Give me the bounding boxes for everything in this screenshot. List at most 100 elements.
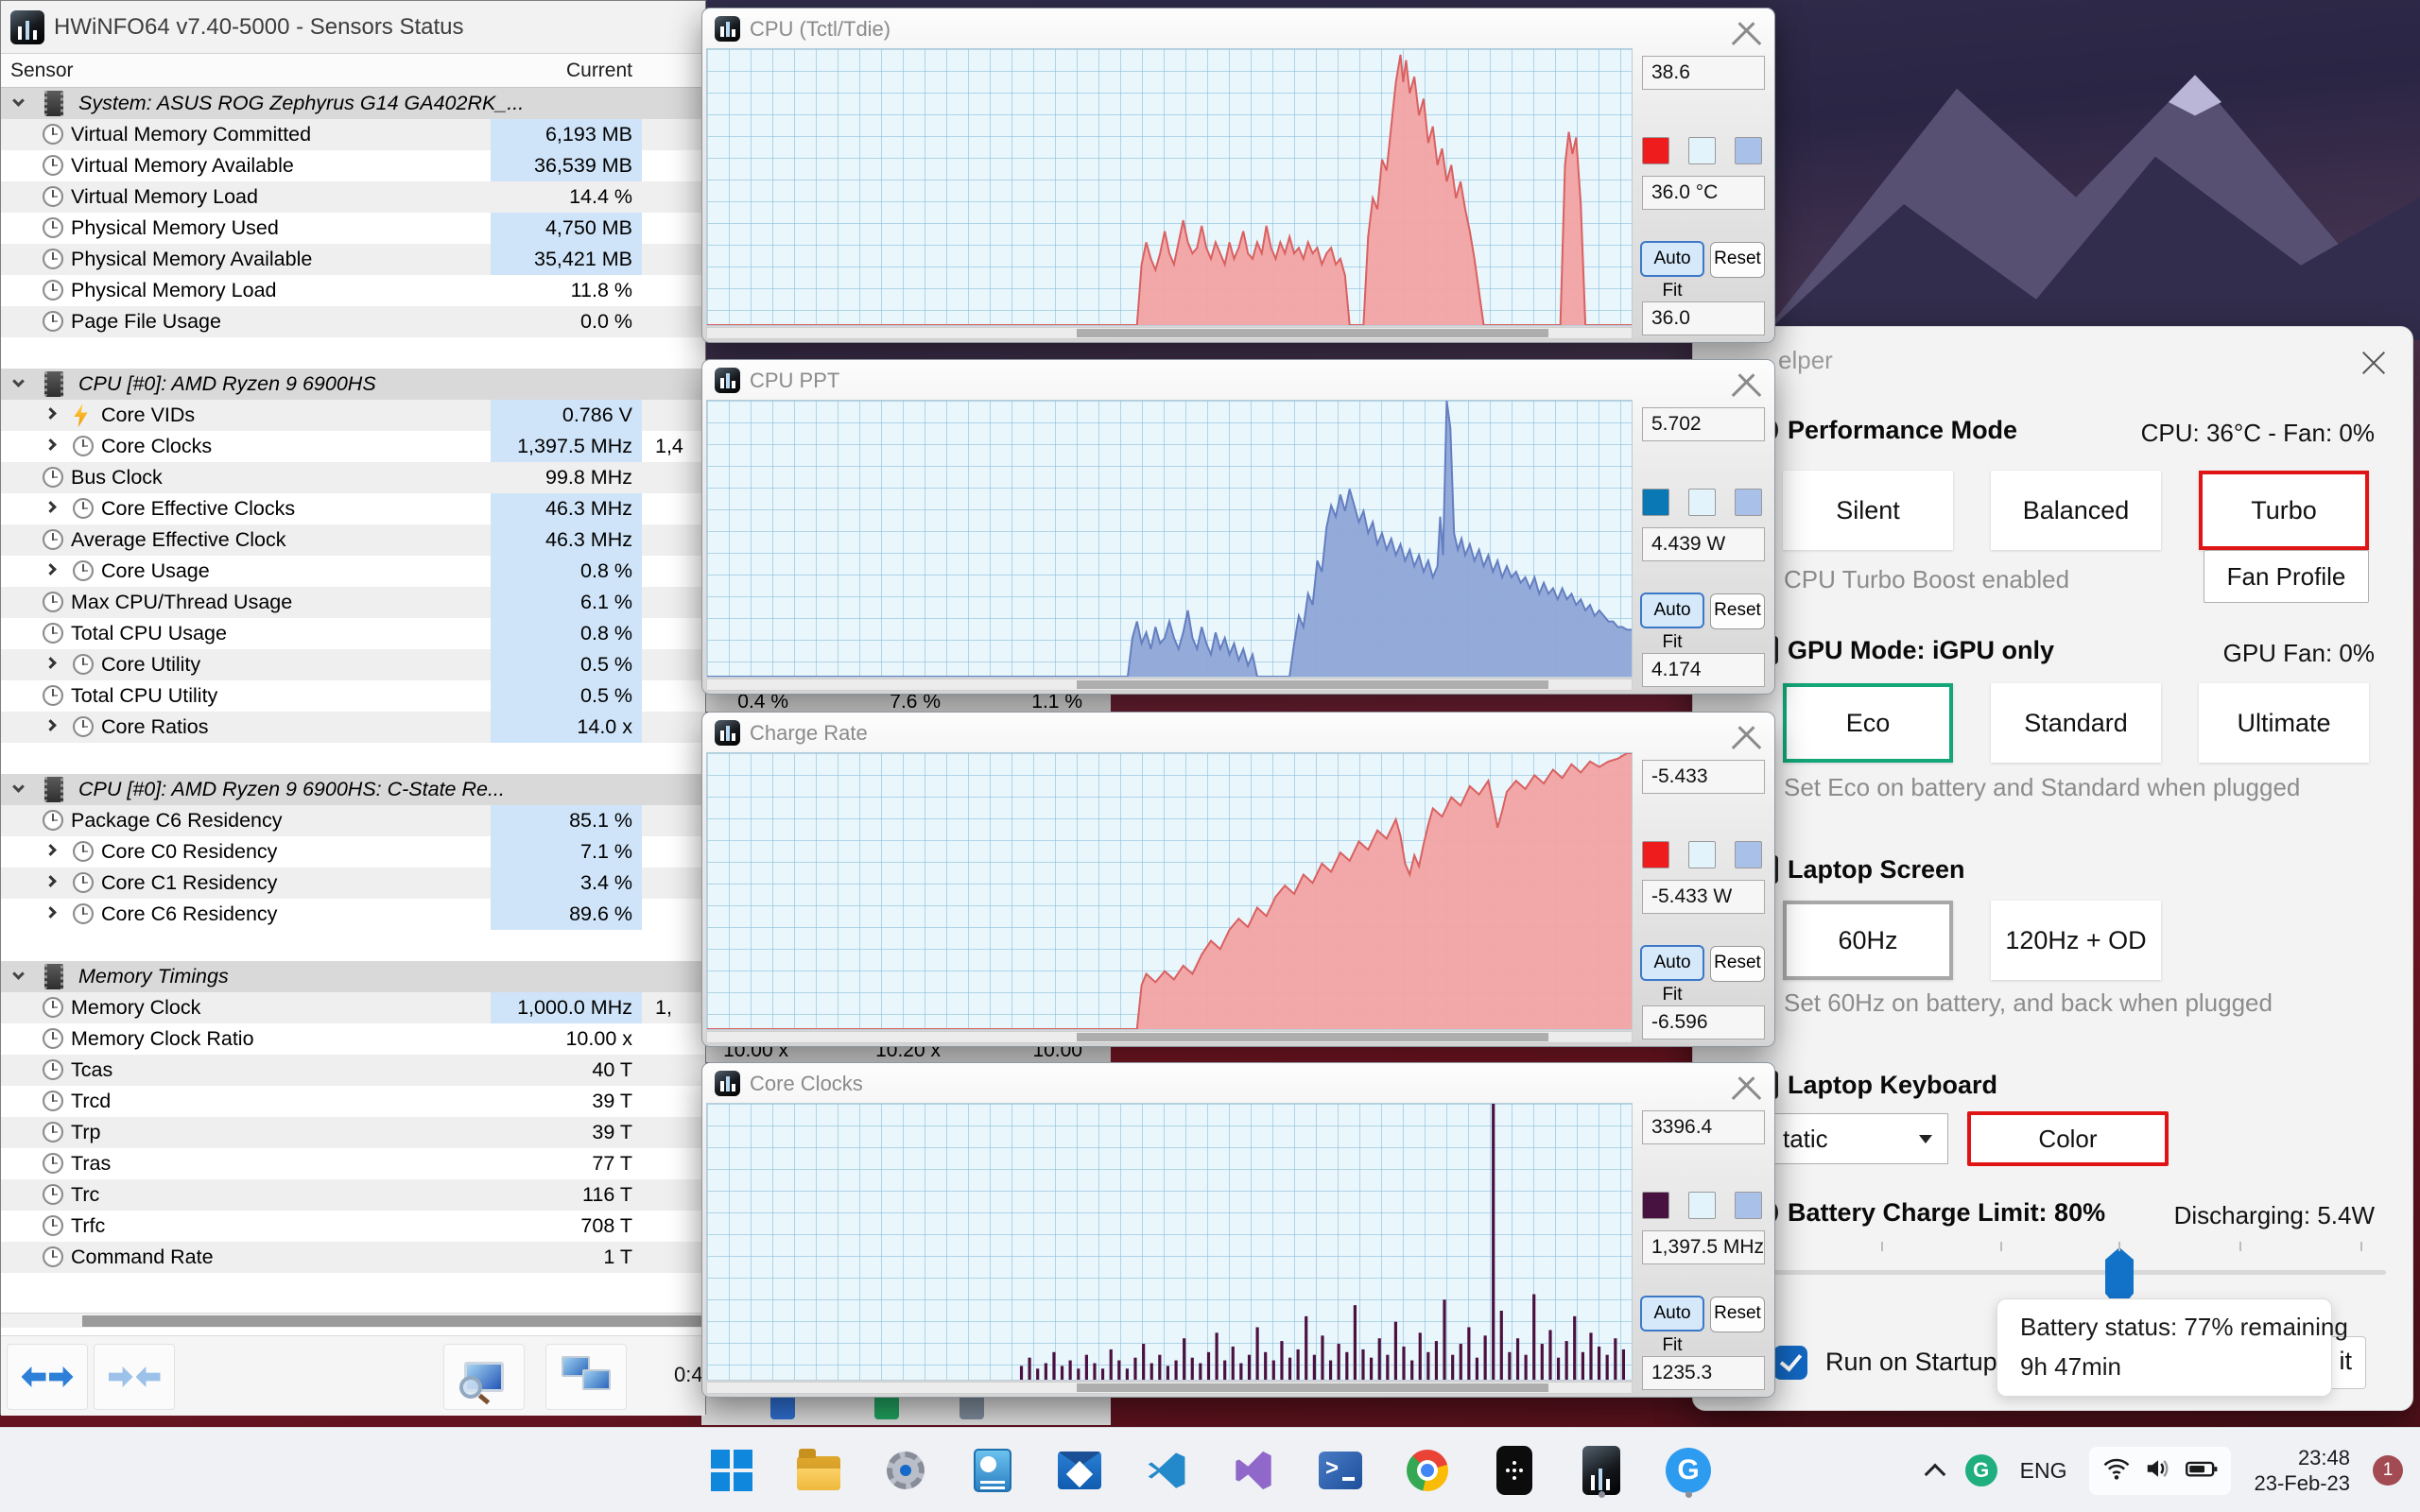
sensor-row[interactable]: Bus Clock 99.8 MHz	[1, 462, 705, 493]
taskbar-icon-chrome[interactable]	[1401, 1442, 1454, 1499]
taskbar-icon-visual-studio[interactable]	[1227, 1442, 1280, 1499]
scrollbar-thumb[interactable]	[1077, 1383, 1548, 1392]
sensor-row[interactable]: Core Clocks 1,397.5 MHz 1,4	[1, 431, 705, 462]
auto-fit-button[interactable]: Auto Fit	[1640, 241, 1704, 301]
battery-limit-slider-handle[interactable]	[2105, 1247, 2134, 1298]
taskbar-icon-hwinfo[interactable]	[1575, 1442, 1628, 1499]
taskbar-icon-powershell[interactable]: >	[1314, 1442, 1367, 1499]
chevron-down-icon[interactable]	[12, 375, 25, 387]
taskbar-icon-file-explorer[interactable]	[792, 1442, 845, 1499]
battery-icon[interactable]	[2186, 1456, 2218, 1486]
sensor-section-row[interactable]: CPU [#0]: AMD Ryzen 9 6900HS: C-State Re…	[1, 774, 705, 805]
series-color-swatch[interactable]	[1642, 841, 1669, 868]
sensor-row[interactable]: Core Utility 0.5 %	[1, 649, 705, 680]
language-indicator[interactable]: ENG	[2020, 1458, 2067, 1484]
sensor-row[interactable]: Core C1 Residency 3.4 %	[1, 868, 705, 899]
sensor-row[interactable]: Core Usage 0.8 %	[1, 556, 705, 587]
sensor-section-row[interactable]: System: ASUS ROG Zephyrus G14 GA402RK_..…	[1, 88, 705, 119]
system-tray[interactable]	[2089, 1446, 2232, 1495]
clock[interactable]: 23:48 23-Feb-23	[2254, 1445, 2350, 1496]
taskbar-icon-vscode[interactable]	[1140, 1442, 1193, 1499]
sensor-row[interactable]: Trcd 39 T	[1, 1086, 705, 1117]
chevron-down-icon[interactable]	[12, 781, 25, 793]
expander-icon[interactable]	[44, 563, 57, 576]
auto-fit-button[interactable]: Auto Fit	[1640, 593, 1704, 652]
sensor-row[interactable]: Core Ratios 14.0 x	[1, 712, 705, 743]
reset-button[interactable]: Reset	[1710, 242, 1765, 278]
sensor-row[interactable]: Tcas 40 T	[1, 1055, 705, 1086]
sensor-row[interactable]: Page File Usage 0.0 %	[1, 306, 705, 337]
sensor-row[interactable]: Total CPU Utility 0.5 %	[1, 680, 705, 712]
sensor-row[interactable]: Package C6 Residency 85.1 %	[1, 805, 705, 836]
sensor-row[interactable]: Average Effective Clock 46.3 MHz	[1, 524, 705, 556]
sensor-section-row[interactable]: Memory Timings	[1, 961, 705, 992]
grid-color-swatch[interactable]	[1735, 489, 1762, 516]
mode-button-turbo[interactable]: Turbo	[2199, 471, 2369, 550]
reset-button[interactable]: Reset	[1710, 946, 1765, 982]
wifi-icon[interactable]	[2102, 1456, 2131, 1486]
expander-icon[interactable]	[44, 844, 57, 856]
column-header-current[interactable]: Current	[491, 60, 632, 82]
horizontal-scrollbar[interactable]	[1, 1313, 705, 1328]
close-icon[interactable]	[1735, 1074, 1757, 1097]
sensor-row[interactable]: Command Rate 1 T	[1, 1242, 705, 1273]
expander-icon[interactable]	[44, 501, 57, 513]
grid-color-swatch[interactable]	[1735, 137, 1762, 164]
grammarly-icon[interactable]: G	[1964, 1454, 1997, 1486]
volume-icon[interactable]	[2144, 1456, 2172, 1486]
expander-icon[interactable]	[44, 657, 57, 669]
tray-chevron-up-icon[interactable]	[1924, 1463, 1945, 1486]
expand-columns-button[interactable]	[7, 1344, 88, 1410]
sensor-row[interactable]: Physical Memory Load 11.8 %	[1, 275, 705, 306]
chevron-down-icon[interactable]	[12, 968, 25, 980]
run-on-startup-checkbox[interactable]	[1773, 1346, 1807, 1380]
sensor-row[interactable]: Trfc 708 T	[1, 1211, 705, 1242]
mode-button-silent[interactable]: Silent	[1783, 471, 1953, 550]
gpu-button-standard[interactable]: Standard	[1991, 683, 2161, 763]
battery-limit-slider-track[interactable]	[1773, 1270, 2386, 1275]
sensor-row[interactable]: Physical Memory Used 4,750 MB	[1, 213, 705, 244]
reset-button[interactable]: Reset	[1710, 1297, 1765, 1332]
notification-badge[interactable]: 1	[2373, 1455, 2403, 1486]
sensor-row[interactable]: Physical Memory Available 35,421 MB	[1, 244, 705, 275]
taskbar-icon-monitor-app[interactable]	[966, 1442, 1019, 1499]
taskbar-icon-mail[interactable]	[1053, 1442, 1106, 1499]
background-color-swatch[interactable]	[1688, 841, 1716, 868]
keyboard-color-button[interactable]: Color	[1967, 1111, 2169, 1166]
expander-icon[interactable]	[44, 719, 57, 731]
scrollbar-thumb[interactable]	[1077, 329, 1548, 337]
taskbar-icon-ghelper[interactable]: G	[1662, 1442, 1715, 1499]
sensor-row[interactable]: Virtual Memory Available 36,539 MB	[1, 150, 705, 181]
sensor-row[interactable]: Virtual Memory Load 14.4 %	[1, 181, 705, 213]
background-color-swatch[interactable]	[1688, 1192, 1716, 1219]
collapse-columns-button[interactable]	[94, 1344, 175, 1410]
scrollbar-thumb[interactable]	[1077, 680, 1548, 689]
auto-fit-button[interactable]: Auto Fit	[1640, 945, 1704, 1005]
sensor-row[interactable]: Memory Clock 1,000.0 MHz 1,	[1, 992, 705, 1023]
series-color-swatch[interactable]	[1642, 1192, 1669, 1219]
sensor-row[interactable]: Memory Clock Ratio 10.00 x	[1, 1023, 705, 1055]
graph-hscrollbar[interactable]	[706, 1031, 1633, 1043]
screen-monitor-button[interactable]	[443, 1344, 525, 1410]
series-color-swatch[interactable]	[1642, 489, 1669, 516]
scrollbar-thumb[interactable]	[1077, 1033, 1548, 1041]
close-icon[interactable]	[1735, 371, 1757, 394]
remote-monitors-button[interactable]	[545, 1344, 627, 1410]
sensor-row[interactable]: Max CPU/Thread Usage 6.1 %	[1, 587, 705, 618]
sensor-row[interactable]: Trc 116 T	[1, 1179, 705, 1211]
hwinfo-titlebar[interactable]: HWiNFO64 v7.40-5000 - Sensors Status	[1, 1, 705, 54]
grid-color-swatch[interactable]	[1735, 1192, 1762, 1219]
expander-icon[interactable]	[44, 906, 57, 919]
chevron-down-icon[interactable]	[12, 94, 25, 107]
taskbar-icon-utility-app[interactable]	[1488, 1442, 1541, 1499]
close-icon[interactable]	[1735, 20, 1757, 43]
expander-icon[interactable]	[44, 407, 57, 420]
column-header-sensor[interactable]: Sensor	[10, 60, 74, 82]
sensor-row[interactable]: Core C6 Residency 89.6 %	[1, 899, 705, 930]
close-icon[interactable]	[2361, 350, 2386, 374]
grid-color-swatch[interactable]	[1735, 841, 1762, 868]
taskbar-icon-start[interactable]	[705, 1442, 758, 1499]
mode-button-balanced[interactable]: Balanced	[1991, 471, 2161, 550]
background-color-swatch[interactable]	[1688, 489, 1716, 516]
close-icon[interactable]	[1735, 724, 1757, 747]
